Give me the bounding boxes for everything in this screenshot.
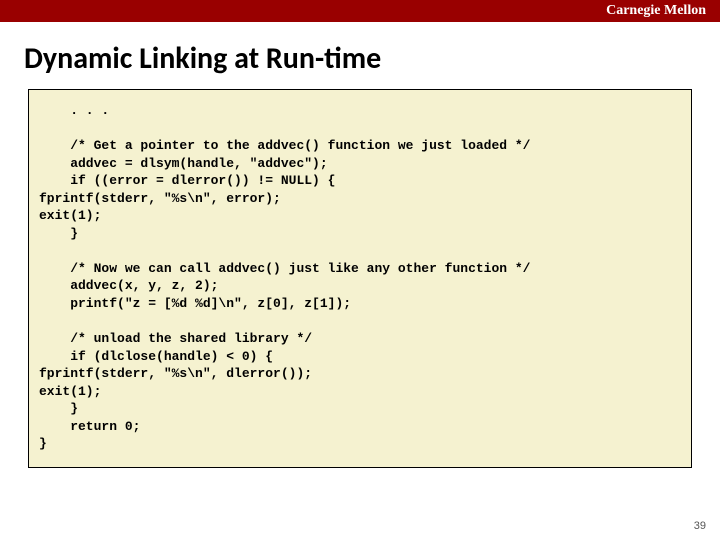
header-bar: Carnegie Mellon	[0, 0, 720, 22]
page-number: 39	[694, 520, 706, 532]
code-block: . . . /* Get a pointer to the addvec() f…	[28, 89, 692, 468]
brand-label: Carnegie Mellon	[606, 3, 706, 19]
slide-title: Dynamic Linking at Run-time	[0, 22, 720, 89]
code-content: . . . /* Get a pointer to the addvec() f…	[39, 102, 681, 453]
